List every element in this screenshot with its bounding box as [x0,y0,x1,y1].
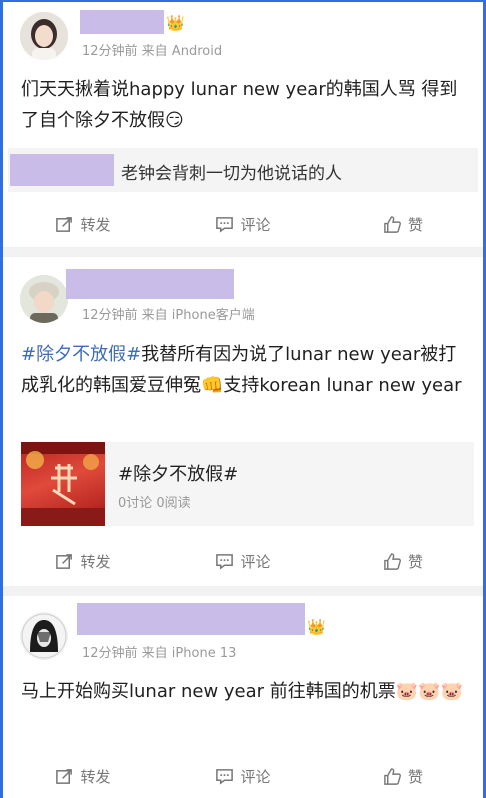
post-text: 们天天揪着说happy lunar new year的韩国人骂 得到了自个除夕不… [21,79,458,131]
repost-button[interactable]: 转发 [3,541,163,581]
weibo-post: 👑 12分钟前 来自 iPhone 13 马上开始购买lunar new yea… [3,596,483,798]
quoted-comment[interactable]: 老钟会背刺一切为他说话的人 [8,148,478,192]
avatar[interactable] [20,12,68,60]
action-bar: 转发 评论 赞 [3,541,483,581]
comment-label: 评论 [240,215,271,234]
like-label: 赞 [407,767,423,786]
action-bar: 转发 评论 赞 [3,756,483,796]
topic-thumbnail [21,442,105,526]
weibo-post: 👑 12分钟前 来自 Android 们天天揪着说happy lunar new… [3,2,483,247]
post-meta: 12分钟前 来自 iPhone 13 [82,646,237,661]
avatar[interactable] [20,612,68,660]
username-redacted[interactable] [80,10,164,34]
post-text: 马上开始购买lunar new year 前往韩国的机票🐷🐷🐷 [21,681,464,702]
thumbs-up-icon [384,215,401,233]
comment-icon [216,216,234,233]
username-redacted[interactable] [66,269,234,299]
repost-label: 转发 [80,767,111,786]
like-button[interactable]: 赞 [323,541,483,581]
repost-icon [56,768,73,784]
topic-card[interactable]: #除夕不放假# 0讨论 0阅读 [21,442,474,526]
like-button[interactable]: 赞 [323,204,483,244]
comment-icon [216,553,234,570]
repost-label: 转发 [80,552,111,571]
like-label: 赞 [407,215,423,234]
like-label: 赞 [407,552,423,571]
weibo-post: 12分钟前 来自 iPhone客户端 #除夕不放假#我替所有因为说了lunar … [3,257,483,586]
post-meta: 12分钟前 来自 iPhone客户端 [82,308,255,323]
vip-crown-icon: 👑 [166,14,185,32]
repost-button[interactable]: 转发 [3,756,163,796]
thumbs-up-icon [384,552,401,570]
repost-icon [56,216,73,232]
comment-button[interactable]: 评论 [163,541,323,581]
username-redacted[interactable] [77,603,305,635]
post-text: #除夕不放假#我替所有因为说了lunar new year被打成乳化的韩国爱豆伸… [21,339,469,401]
post-separator [3,586,483,596]
vip-crown-icon: 👑 [307,618,326,636]
action-bar: 转发 评论 赞 [3,204,483,244]
comment-label: 评论 [240,552,271,571]
repost-button[interactable]: 转发 [3,204,163,244]
comment-button[interactable]: 评论 [163,204,323,244]
thumbs-up-icon [384,767,401,785]
topic-title: #除夕不放假# [118,464,239,485]
post-separator [3,247,483,257]
comment-button[interactable]: 评论 [163,756,323,796]
comment-label: 评论 [240,767,271,786]
post-meta: 12分钟前 来自 Android [82,44,223,59]
quoted-user-redacted [10,154,114,186]
topic-stats: 0讨论 0阅读 [118,496,191,511]
repost-icon [56,553,73,569]
repost-label: 转发 [80,215,111,234]
like-button[interactable]: 赞 [323,756,483,796]
quote-text: 老钟会背刺一切为他说话的人 [121,164,342,184]
comment-icon [216,768,234,785]
avatar[interactable] [20,275,68,323]
hashtag-link[interactable]: #除夕不放假# [21,344,141,365]
